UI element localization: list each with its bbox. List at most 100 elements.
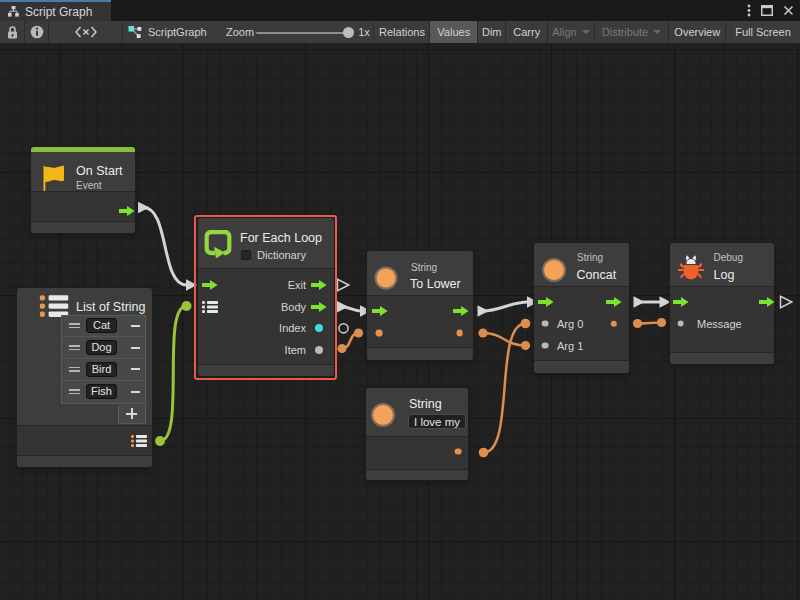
- node-list-of-string[interactable]: List of String Cat Dog Bird Fish: [17, 288, 152, 467]
- node-footer: [17, 455, 152, 467]
- port-exit-out[interactable]: [311, 280, 327, 291]
- port-item-out[interactable]: [315, 346, 323, 354]
- port-message-in[interactable]: [677, 320, 684, 327]
- wire-onstart-to-foreach: [138, 202, 197, 291]
- node-footer: [366, 469, 468, 481]
- drag-handle-icon[interactable]: [69, 387, 80, 396]
- add-item-button[interactable]: [118, 405, 146, 424]
- port-enter-in[interactable]: [372, 305, 388, 316]
- toolbar-button-relations[interactable]: Relations: [374, 21, 430, 43]
- toolbar-button-overview[interactable]: Overview: [669, 21, 727, 43]
- drag-handle-icon[interactable]: [69, 343, 80, 352]
- port-list-out[interactable]: [131, 435, 147, 448]
- port-body-out[interactable]: [311, 301, 327, 312]
- kebab-menu-icon[interactable]: [747, 4, 751, 17]
- dictionary-checkbox[interactable]: [241, 250, 251, 260]
- port-trigger-out[interactable]: [119, 205, 135, 216]
- open-index-marker[interactable]: [339, 324, 348, 333]
- node-concat[interactable]: StringConcatArg 0Arg 1: [534, 243, 629, 373]
- string-circle-icon: [377, 269, 396, 288]
- node-text-list-of-string: List of String: [76, 300, 145, 314]
- remove-item-button[interactable]: [131, 325, 140, 327]
- list-item-field[interactable]: Dog: [86, 340, 117, 355]
- string-circle-icon: [373, 405, 393, 425]
- open-exit-marker[interactable]: [338, 279, 349, 290]
- script-graph-asset-icon: [128, 25, 142, 39]
- node-on-start[interactable]: On StartEvent: [31, 147, 135, 233]
- port-collection-in[interactable]: [202, 300, 218, 313]
- breadcrumb-label: ScriptGraph: [148, 26, 207, 38]
- node-body[interactable]: [366, 436, 468, 469]
- wire-concat-to-log-enter: [634, 296, 671, 307]
- port-exit-out[interactable]: [453, 305, 469, 316]
- port-string-in[interactable]: [376, 330, 383, 337]
- node-text-log: Log: [714, 268, 735, 282]
- wire-concat-out-to-message-path[interactable]: [638, 323, 662, 324]
- string-circle-icon: [544, 260, 564, 280]
- toolbar-button-full-screen[interactable]: Full Screen: [726, 21, 800, 43]
- open-log-exit-marker[interactable]: [781, 296, 792, 307]
- code-brackets-icon: [75, 26, 97, 38]
- list-row: Bird: [62, 359, 145, 381]
- port-string-out[interactable]: [456, 330, 463, 337]
- code-view-button[interactable]: [49, 21, 122, 43]
- node-debug-log[interactable]: DebugLogMessage: [670, 243, 774, 365]
- port-arg1-in[interactable]: [542, 342, 549, 349]
- toolbar-button-align: Align: [548, 21, 595, 43]
- wire-literal-to-arg0-path[interactable]: [484, 324, 526, 453]
- wire-list-to-collection-path[interactable]: [160, 306, 187, 441]
- toolbar-button-values[interactable]: Values: [430, 21, 478, 43]
- port-enter-in[interactable]: [538, 297, 554, 308]
- wire-tolower-out-to-arg1-path[interactable]: [483, 333, 526, 346]
- list-item-field[interactable]: Fish: [86, 384, 117, 399]
- node-for-each-loop[interactable]: For Each LoopDictionaryExitBodyIndexItem: [198, 218, 334, 376]
- node-text-to-lower: To Lower: [410, 277, 461, 291]
- remove-item-button[interactable]: [131, 391, 140, 393]
- node-text-item: Item: [285, 344, 306, 356]
- zoom-slider-knob[interactable]: [343, 27, 354, 38]
- node-string-literal[interactable]: StringI love my: [366, 388, 468, 480]
- port-exit-out[interactable]: [759, 297, 775, 308]
- toolbar-button-label: Align: [552, 26, 576, 38]
- string-value-field[interactable]: I love my: [408, 414, 466, 429]
- dropdown-caret-icon: [653, 30, 661, 34]
- drag-handle-icon[interactable]: [69, 321, 80, 330]
- port-index-out[interactable]: [315, 324, 323, 332]
- wire-onstart-to-foreach-path[interactable]: [144, 208, 187, 286]
- list-item-field[interactable]: Cat: [86, 318, 117, 333]
- port-value-out[interactable]: [455, 448, 462, 455]
- graph-hierarchy-icon: [8, 6, 19, 17]
- drag-handle-icon[interactable]: [69, 365, 80, 374]
- port-enter-in[interactable]: [202, 280, 218, 291]
- wire-tolower-to-concat-enter: [478, 296, 539, 316]
- port-result-out[interactable]: [610, 320, 616, 326]
- info-button[interactable]: [25, 21, 48, 43]
- port-enter-in[interactable]: [673, 297, 689, 308]
- toolbar-button-label: Values: [437, 26, 470, 38]
- maximize-icon[interactable]: [761, 5, 773, 16]
- close-icon[interactable]: [783, 5, 794, 16]
- toolbar-button-carry[interactable]: Carry: [506, 21, 548, 43]
- list-item-field[interactable]: Bird: [86, 362, 117, 377]
- wire-list-to-collection: [155, 301, 192, 446]
- node-to-lower[interactable]: StringTo Lower: [367, 251, 473, 360]
- port-exit-out[interactable]: [606, 297, 622, 308]
- remove-item-button[interactable]: [131, 368, 140, 370]
- graph-canvas[interactable]: On StartEvent List of String Cat Dog Bird Fis…: [0, 44, 800, 600]
- lock-button[interactable]: [0, 21, 24, 43]
- wire-tolower-to-concat-enter-path[interactable]: [483, 302, 528, 311]
- wire-item-to-tolower-in-path[interactable]: [342, 333, 359, 349]
- toolbar-button-dim[interactable]: Dim: [478, 21, 507, 43]
- graph-toolbar: ScriptGraph Zoom 1x RelationsValuesDimCa…: [0, 21, 800, 44]
- loop-icon: [204, 230, 231, 258]
- tab-script-graph[interactable]: Script Graph: [0, 0, 111, 21]
- breadcrumb[interactable]: ScriptGraph: [128, 21, 208, 43]
- node-text-debug: Debug: [714, 251, 743, 262]
- zoom-slider-track[interactable]: [256, 32, 348, 34]
- wire-body-to-tolower-path[interactable]: [343, 307, 361, 311]
- info-icon: [30, 25, 44, 39]
- node-body[interactable]: [367, 295, 473, 348]
- remove-item-button[interactable]: [131, 347, 140, 349]
- toolbar-button-label: Carry: [513, 26, 540, 38]
- port-arg0-in[interactable]: [542, 320, 549, 327]
